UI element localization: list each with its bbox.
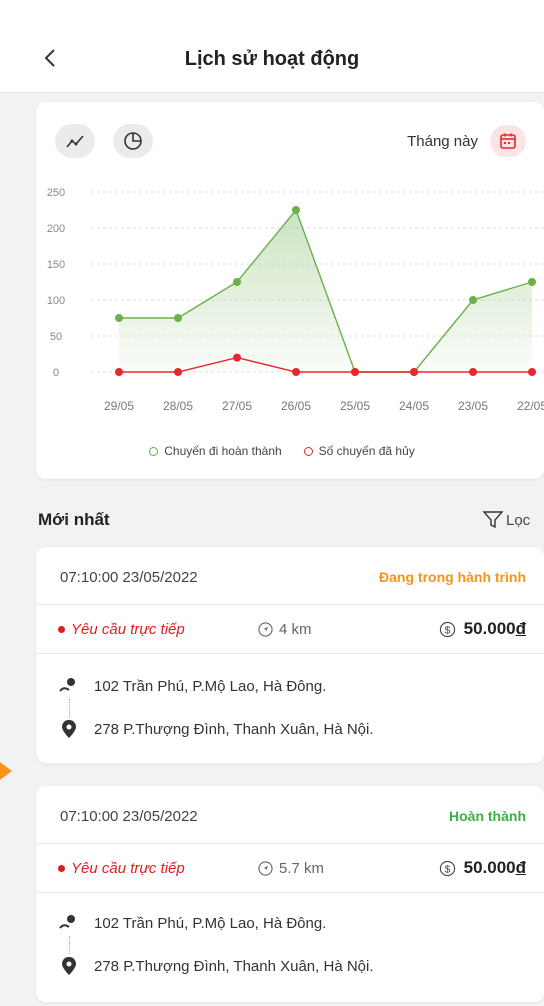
trip-status: Đang trong hành trình: [379, 569, 526, 585]
trip-time: 07:10:00 23/05/2022: [60, 569, 198, 586]
x-tick-label: 28/05: [163, 399, 193, 413]
trip-distance: 4 km: [258, 621, 408, 638]
trip-price: $ 50.000đ: [439, 619, 526, 639]
dollar-icon: $: [439, 621, 455, 637]
pickup-address: 102 Trần Phú, P.Mộ Lao, Hà Đông.: [58, 914, 326, 932]
trip-time: 07:10:00 23/05/2022: [60, 808, 198, 825]
x-tick-label: 25/05: [340, 399, 370, 413]
filter-icon: [482, 511, 504, 529]
request-dot: [58, 864, 65, 872]
legend-label: Số chuyến đã hủy: [318, 444, 415, 458]
pickup-person-icon: [59, 915, 75, 929]
trip-distance: 5.7 km: [258, 860, 408, 877]
data-point: [115, 368, 123, 376]
trip-status: Hoàn thành: [449, 808, 526, 824]
legend-marker: [149, 446, 159, 456]
navigation-icon: [258, 860, 273, 876]
trip-card[interactable]: 07:10:00 23/05/2022 Hoàn thành Yêu cầu t…: [36, 786, 544, 1002]
period-filter-label[interactable]: Tháng này: [407, 133, 478, 150]
pie-chart-toggle[interactable]: [113, 124, 153, 158]
y-tick-label: 100: [47, 295, 65, 307]
data-point: [469, 368, 477, 376]
calendar-button[interactable]: [490, 125, 526, 157]
filter-label: Lọc: [506, 511, 531, 529]
x-tick-label: 23/05: [458, 399, 488, 413]
price-value: 50.000: [463, 619, 516, 638]
calendar-icon: [500, 133, 516, 149]
line-chart-icon: [66, 135, 84, 148]
request-type-label: Yêu cầu trực tiếp: [71, 620, 185, 638]
x-tick-label: 26/05: [281, 399, 311, 413]
pickup-person-icon: [59, 678, 75, 692]
pie-chart-icon: [124, 132, 142, 150]
dollar-icon: $: [439, 860, 455, 876]
request-type: Yêu cầu trực tiếp: [58, 621, 258, 638]
currency-symbol: đ: [515, 858, 526, 877]
y-tick-label: 250: [47, 187, 65, 199]
x-tick-label: 22/05: [517, 399, 544, 413]
pickup-address: 102 Trần Phú, P.Mộ Lao, Hà Đông.: [58, 677, 326, 695]
distance-value: 4 km: [279, 620, 312, 638]
data-point: [410, 368, 418, 376]
y-tick-label: 200: [47, 223, 65, 235]
section-title: Mới nhất: [38, 510, 110, 529]
request-type: Yêu cầu trực tiếp: [58, 860, 258, 877]
data-point: [292, 206, 300, 214]
app-header: Lịch sử hoạt động: [0, 0, 544, 93]
line-chart-toggle[interactable]: [55, 124, 95, 158]
currency-symbol: đ: [515, 619, 526, 638]
data-point: [174, 314, 182, 322]
trip-card[interactable]: 07:10:00 23/05/2022 Đang trong hành trìn…: [36, 547, 544, 763]
dropoff-text: 278 P.Thượng Đình, Thanh Xuân, Hà Nội.: [94, 720, 374, 738]
trip-price: $ 50.000đ: [439, 858, 526, 878]
pickup-text: 102 Trần Phú, P.Mộ Lao, Hà Đông.: [94, 677, 327, 695]
data-point: [174, 368, 182, 376]
filter-button[interactable]: Lọc: [482, 510, 530, 530]
request-type-label: Yêu cầu trực tiếp: [71, 859, 185, 877]
legend-item-cancelled: Số chuyến đã hủy: [303, 444, 415, 458]
page-title: Lịch sử hoạt động: [184, 48, 360, 70]
dropoff-address: 278 P.Thượng Đình, Thanh Xuân, Hà Nội.: [58, 956, 374, 976]
x-tick-label: 24/05: [399, 399, 429, 413]
dropoff-text: 278 P.Thượng Đình, Thanh Xuân, Hà Nội.: [94, 957, 374, 975]
x-tick-label: 29/05: [104, 399, 134, 413]
svg-text:$: $: [444, 864, 450, 875]
line-chart: 250 200 150 100 50 0 29/05 28/05 27/05 26/05 25/05…: [47, 187, 544, 413]
data-point: [469, 296, 477, 304]
data-point: [528, 368, 536, 376]
data-point: [292, 368, 300, 376]
distance-value: 5.7 km: [279, 859, 325, 877]
y-tick-label: 150: [47, 259, 65, 271]
navigation-icon: [258, 621, 273, 637]
y-tick-label: 0: [53, 367, 59, 379]
data-point: [351, 368, 359, 376]
location-pin-icon: [62, 720, 76, 738]
price-value: 50.000: [463, 858, 516, 877]
data-point: [233, 278, 241, 286]
legend-item-completed: Chuyến đi hoàn thành: [149, 444, 282, 458]
legend-marker: [303, 446, 313, 456]
data-point: [233, 353, 241, 362]
y-tick-label: 50: [50, 331, 62, 343]
chart-legend: Chuyến đi hoàn thành Số chuyến đã hủy: [0, 444, 544, 458]
data-point: [528, 278, 536, 286]
svg-text:$: $: [444, 625, 450, 636]
location-pin-icon: [62, 957, 76, 975]
pickup-text: 102 Trần Phú, P.Mộ Lao, Hà Đông.: [94, 914, 327, 932]
dropoff-address: 278 P.Thượng Đình, Thanh Xuân, Hà Nội.: [58, 719, 374, 739]
request-dot: [58, 625, 65, 633]
x-tick-label: 27/05: [222, 399, 252, 413]
pointer-arrow: [0, 762, 12, 780]
data-point: [115, 314, 123, 322]
legend-label: Chuyến đi hoàn thành: [164, 444, 282, 458]
